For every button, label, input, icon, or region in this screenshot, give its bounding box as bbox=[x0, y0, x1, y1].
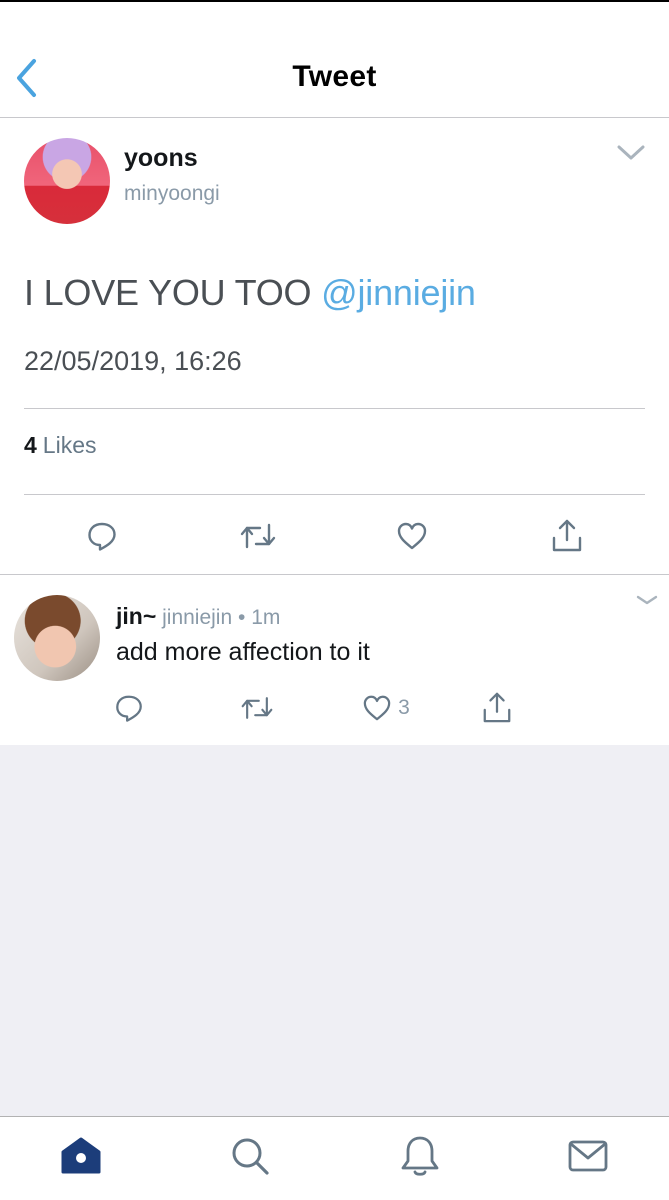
reply-text: add more affection to it bbox=[116, 638, 370, 666]
tab-search[interactable] bbox=[227, 1133, 273, 1179]
author-handle[interactable]: minyoongi bbox=[124, 182, 220, 206]
empty-background bbox=[0, 745, 669, 1116]
home-icon bbox=[61, 1137, 101, 1174]
author-name[interactable]: yoons bbox=[124, 144, 198, 173]
bell-icon bbox=[401, 1136, 439, 1176]
heart-icon bbox=[397, 522, 427, 550]
tweet-options-button[interactable] bbox=[614, 140, 648, 166]
reply-like-button[interactable]: 3 bbox=[356, 690, 416, 726]
chevron-down-icon bbox=[636, 595, 658, 605]
reply-reply-button[interactable] bbox=[112, 690, 146, 726]
divider bbox=[24, 494, 645, 495]
tab-bar bbox=[0, 1116, 669, 1200]
mail-icon bbox=[568, 1140, 608, 1172]
tab-home[interactable] bbox=[58, 1133, 104, 1179]
like-button[interactable] bbox=[392, 516, 432, 556]
dot-separator: • bbox=[238, 606, 246, 629]
likes-label: Likes bbox=[42, 432, 97, 458]
page-title: Tweet bbox=[292, 60, 377, 93]
avatar[interactable] bbox=[24, 138, 110, 224]
tweet-text: I LOVE YOU TOO @jinniejin bbox=[24, 272, 476, 314]
search-icon bbox=[232, 1138, 269, 1175]
divider bbox=[24, 408, 645, 409]
reply-author-handle[interactable]: jinniejin bbox=[162, 606, 232, 629]
retweet-icon bbox=[241, 697, 273, 719]
reply-retweet-button[interactable] bbox=[238, 690, 276, 726]
share-icon bbox=[552, 519, 582, 552]
chevron-down-icon bbox=[617, 145, 645, 160]
retweet-icon bbox=[240, 523, 276, 549]
reply-author-name[interactable]: jin~ bbox=[116, 603, 156, 629]
reply-header: jin~ jinniejin • 1m bbox=[116, 603, 280, 630]
tab-notifications[interactable] bbox=[397, 1133, 443, 1179]
reply-share-button[interactable] bbox=[480, 688, 514, 726]
share-icon bbox=[483, 692, 511, 723]
likes-count[interactable]: 4 Likes bbox=[24, 432, 97, 459]
divider bbox=[0, 574, 669, 575]
reply-time: 1m bbox=[251, 606, 281, 629]
heart-icon bbox=[363, 695, 391, 721]
share-button[interactable] bbox=[547, 514, 587, 556]
tweet-timestamp: 22/05/2019, 16:26 bbox=[24, 346, 242, 376]
comment-icon bbox=[88, 522, 116, 551]
reply-avatar[interactable] bbox=[14, 595, 100, 681]
comment-icon bbox=[116, 695, 142, 722]
navigation-bar: Tweet bbox=[0, 2, 669, 118]
tab-messages[interactable] bbox=[565, 1133, 611, 1179]
retweet-button[interactable] bbox=[237, 516, 279, 556]
likes-number: 4 bbox=[24, 432, 37, 458]
reply-like-count: 3 bbox=[398, 696, 410, 719]
mention-link[interactable]: @jinniejin bbox=[321, 272, 476, 313]
reply-options-button[interactable] bbox=[634, 592, 660, 608]
reply-button[interactable] bbox=[82, 516, 122, 556]
tweet-body: I LOVE YOU TOO bbox=[24, 272, 312, 313]
